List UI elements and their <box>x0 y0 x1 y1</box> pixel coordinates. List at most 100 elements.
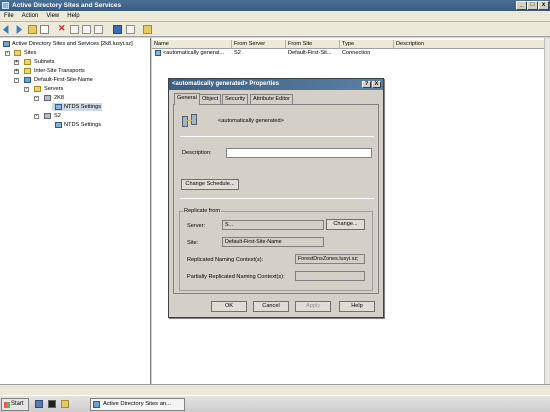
window-title: Active Directory Sites and Services <box>12 2 122 9</box>
maximize-button[interactable]: □ <box>527 1 538 10</box>
tree-label-subnets: Subnets <box>34 59 55 65</box>
partial-nc-label: Partially Replicated Naming Context(s): <box>187 274 285 280</box>
tree-pane[interactable]: Active Directory Sites and Services [2k8… <box>0 38 151 384</box>
powershell-icon[interactable] <box>48 400 56 408</box>
server-manager-icon[interactable] <box>35 400 43 408</box>
ok-button[interactable]: OK <box>211 301 247 312</box>
folder-icon <box>24 68 31 74</box>
tree-label-server-2k8: 2K8 <box>54 95 64 101</box>
tree-label-ntds-2k8: NTDS Settings <box>64 104 101 110</box>
tab-object[interactable]: Object <box>199 94 222 104</box>
forward-icon[interactable] <box>16 25 22 34</box>
ntds-settings-icon <box>55 104 62 110</box>
divider <box>180 198 374 199</box>
tab-attribute-editor[interactable]: Attribute Editor <box>250 94 293 104</box>
cell-type: Connection <box>342 50 371 56</box>
replicated-nc-field: ForestDnsZones.lusyi.sz; <box>295 254 365 264</box>
explorer-icon[interactable] <box>61 400 69 408</box>
general-tab-panel: <automatically generated> Description: C… <box>173 104 379 294</box>
cell-from-server: S2 <box>234 50 241 56</box>
expand-icon[interactable]: + <box>14 69 19 74</box>
server-icon <box>44 95 51 101</box>
taskbar-item-ad-sites[interactable]: Active Directory Sites an... <box>90 398 185 411</box>
delete-icon[interactable]: ✕ <box>58 24 67 33</box>
column-from-site[interactable]: From Site <box>286 40 340 49</box>
server-label: Server: <box>187 223 206 229</box>
menu-bar: File Action View Help <box>0 11 550 22</box>
help-icon[interactable] <box>113 25 122 34</box>
cancel-button[interactable]: Cancel <box>253 301 289 312</box>
dialog-help-icon[interactable]: ? <box>362 81 371 88</box>
tree-label-inter-site: Inter-Site Transports <box>34 68 85 74</box>
column-from-server[interactable]: From Server <box>232 40 286 49</box>
status-bar <box>0 384 550 395</box>
tab-security[interactable]: Security <box>222 94 249 104</box>
description-label: Description: <box>182 150 212 156</box>
collapse-icon[interactable]: - <box>14 78 19 83</box>
ntds-settings-icon <box>55 122 62 128</box>
back-icon[interactable] <box>3 25 9 34</box>
collapse-icon[interactable]: - <box>5 51 10 56</box>
close-window-button[interactable]: x <box>538 1 549 10</box>
folder-icon <box>14 50 21 56</box>
up-folder-icon[interactable] <box>28 25 37 34</box>
partial-nc-field <box>295 271 365 281</box>
start-button[interactable]: Start <box>1 398 29 411</box>
site-label: Site: <box>187 240 199 246</box>
show-tree-icon[interactable] <box>40 25 49 34</box>
collapse-icon[interactable]: - <box>34 114 39 119</box>
tree-item-ntds-settings-2k8[interactable]: NTDS Settings <box>52 103 102 111</box>
site-field: Default-First-Site-Name <box>222 237 324 247</box>
tree-item-default-site[interactable]: - Default-First-Site-Name <box>0 76 150 84</box>
tab-general[interactable]: General <box>174 93 200 105</box>
window-title-bar[interactable]: Active Directory Sites and Services _ □ … <box>0 0 550 11</box>
column-name[interactable]: Name <box>152 40 232 49</box>
tree-item-server-2k8[interactable]: - 2K8 <box>0 94 150 102</box>
export-list-icon[interactable] <box>94 25 103 34</box>
toolbar: ✕ <box>0 22 550 37</box>
server-icon <box>44 113 51 119</box>
cell-name: <automatically generat... <box>163 50 225 56</box>
ad-sites-icon <box>93 401 100 408</box>
menu-file[interactable]: File <box>0 11 18 22</box>
tree-item-ntds-settings-s2[interactable]: NTDS Settings <box>52 121 112 129</box>
refresh-icon[interactable] <box>82 25 91 34</box>
tree-item-inter-site-transports[interactable]: + Inter-Site Transports <box>0 67 150 75</box>
tree-item-sites[interactable]: - Sites <box>0 49 150 57</box>
dialog-title-bar[interactable]: <automatically generated> Properties ? X <box>169 79 383 90</box>
help-button[interactable]: Help <box>339 301 375 312</box>
new-object-icon[interactable] <box>143 25 152 34</box>
vertical-scrollbar[interactable] <box>544 38 550 384</box>
tree-label-server-s2: S2 <box>54 113 61 119</box>
tree-item-servers[interactable]: - Servers <box>0 85 150 93</box>
minimize-button[interactable]: _ <box>516 1 527 10</box>
tree-item-root[interactable]: Active Directory Sites and Services [2k8… <box>0 40 150 48</box>
view-icon[interactable] <box>126 25 135 34</box>
description-field[interactable] <box>226 148 372 158</box>
list-header: Name From Server From Site Type Descript… <box>152 40 544 49</box>
tree-item-subnets[interactable]: + Subnets <box>0 58 150 66</box>
connection-object-icon <box>182 114 200 127</box>
column-type[interactable]: Type <box>340 40 394 49</box>
expand-icon[interactable]: + <box>14 60 19 65</box>
object-name: <automatically generated> <box>218 118 284 124</box>
change-schedule-button[interactable]: Change Schedule... <box>181 179 239 190</box>
sites-services-icon <box>3 41 10 47</box>
properties-icon[interactable] <box>70 25 79 34</box>
table-row[interactable]: <automatically generat... S2 Default-Fir… <box>152 49 544 58</box>
menu-help[interactable]: Help <box>63 11 83 22</box>
menu-view[interactable]: View <box>42 11 63 22</box>
tree-item-server-s2[interactable]: - S2 <box>0 112 150 120</box>
collapse-icon[interactable]: - <box>34 96 39 101</box>
taskbar-item-label: Active Directory Sites an... <box>103 401 171 407</box>
collapse-icon[interactable]: - <box>24 87 29 92</box>
apply-button[interactable]: Apply <box>295 301 331 312</box>
change-server-button[interactable]: Change... <box>326 219 365 230</box>
dialog-close-icon[interactable]: X <box>372 81 381 88</box>
tree-label-servers: Servers <box>44 86 64 92</box>
column-description[interactable]: Description <box>394 40 544 49</box>
taskbar: Start Active Directory Sites an... <box>0 395 550 412</box>
replicate-from-label: Replicate from <box>183 207 222 215</box>
menu-action[interactable]: Action <box>18 11 43 22</box>
start-label: Start <box>11 401 24 407</box>
